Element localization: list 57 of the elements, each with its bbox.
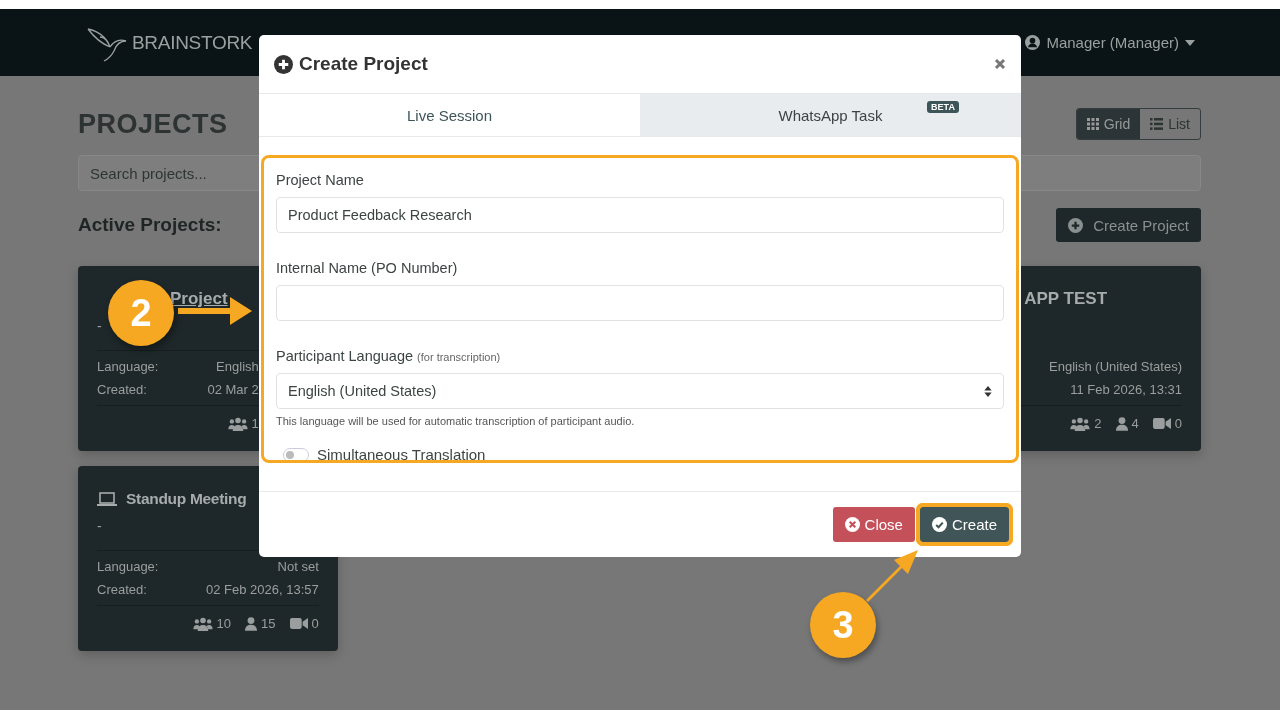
- brand-name: BRAINSTORK: [132, 31, 253, 54]
- modal-title: Create Project: [299, 53, 428, 75]
- groups-icon: [227, 416, 248, 431]
- create-project-button[interactable]: Create Project: [1056, 208, 1201, 242]
- detail-label: Language:: [97, 359, 159, 374]
- up-down-arrows-icon: [984, 385, 992, 397]
- person-icon: [1115, 416, 1128, 431]
- stat-count: 1: [251, 416, 259, 431]
- user-avatar-icon: [1025, 35, 1041, 50]
- project-title[interactable]: Standup Meeting: [126, 490, 247, 508]
- check-circle-icon: [931, 517, 947, 532]
- video-camera-icon: [289, 617, 308, 630]
- detail-value: English (United States): [1049, 359, 1182, 374]
- section-title: Active Projects:: [78, 214, 222, 236]
- field-label: Project Name: [276, 172, 364, 188]
- times-circle-icon: [844, 517, 860, 532]
- stat-count: 0: [311, 616, 319, 631]
- project-title[interactable]: APP TEST: [1024, 289, 1108, 309]
- stat-count: 0: [1174, 416, 1182, 431]
- detail-value: 02 Mar 2: [207, 382, 259, 397]
- field-note: (for transcription): [417, 351, 501, 363]
- toggle-switch[interactable]: [283, 447, 309, 460]
- plus-circle-icon: [274, 54, 293, 74]
- video-camera-icon: [1152, 417, 1171, 430]
- list-icon: [1150, 118, 1164, 130]
- person-icon: [245, 616, 258, 631]
- page-title: PROJECTS: [78, 108, 228, 140]
- step-number-badge: 3: [810, 592, 876, 658]
- user-menu[interactable]: Manager (Manager): [1025, 34, 1195, 51]
- groups-icon: [1070, 416, 1091, 431]
- stat-count: 2: [1094, 416, 1102, 431]
- plus-circle-icon: [1068, 217, 1084, 233]
- detail-label: Created:: [97, 582, 147, 597]
- detail-value: 02 Feb 2026, 13:57: [206, 582, 319, 597]
- stat-count: 4: [1131, 416, 1139, 431]
- modal-tab[interactable]: WhatsApp Task BETA: [640, 94, 1021, 136]
- detail-value: Not set: [277, 559, 319, 574]
- stat-count: 10: [216, 616, 232, 631]
- language-select[interactable]: English (United States): [276, 373, 1004, 409]
- groups-icon: [192, 616, 213, 631]
- pointer-arrow: [864, 548, 920, 604]
- detail-value: 11 Feb 2026, 13:31: [1070, 382, 1182, 397]
- project-description: -: [97, 318, 102, 334]
- laptop-icon: [97, 491, 117, 507]
- detail-label: Language:: [97, 559, 159, 574]
- project-description: -: [97, 518, 102, 534]
- grid-icon: [1086, 118, 1099, 130]
- text-input-field[interactable]: Product Feedback Research: [276, 197, 1004, 233]
- view-toggle-button[interactable]: Grid: [1076, 109, 1141, 139]
- stat-count: 15: [261, 616, 276, 631]
- detail-label: Created:: [97, 382, 147, 397]
- close-button[interactable]: Close: [832, 507, 915, 542]
- detail-value: English: [216, 359, 259, 374]
- beta-badge: BETA: [927, 101, 959, 113]
- text-input-field[interactable]: [276, 285, 1004, 321]
- close-icon[interactable]: [994, 58, 1006, 70]
- caret-icon: [1185, 39, 1195, 46]
